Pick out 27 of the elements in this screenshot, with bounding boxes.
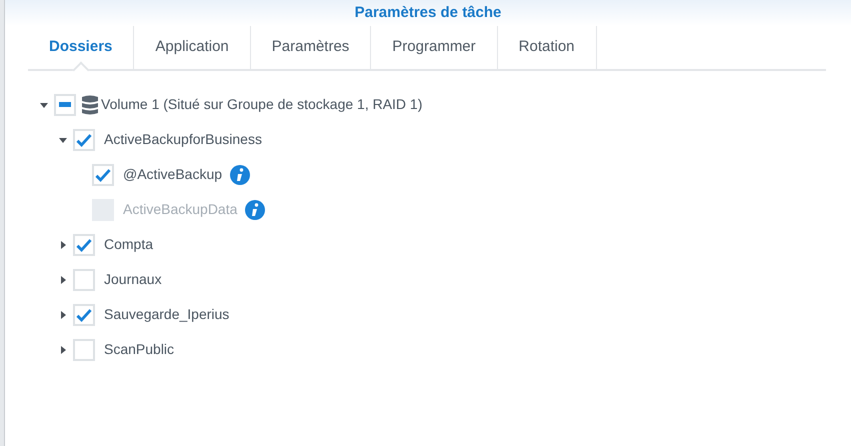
- folder-label: Compta: [104, 235, 154, 254]
- expand-arrow-icon[interactable]: [58, 274, 68, 284]
- expand-arrow-icon[interactable]: [58, 240, 68, 250]
- window-title: Paramètres de tâche: [354, 2, 502, 23]
- checkbox[interactable]: [73, 234, 95, 256]
- database-icon: [81, 94, 99, 114]
- tab[interactable]: Dossiers: [28, 26, 134, 69]
- checkbox[interactable]: [73, 128, 95, 150]
- tab[interactable]: Programmer: [371, 26, 498, 69]
- folder-label: ActiveBackupforBusiness: [104, 130, 262, 149]
- checkbox[interactable]: [54, 94, 76, 116]
- tab[interactable]: Application: [134, 26, 251, 69]
- expand-arrow-icon[interactable]: [58, 344, 68, 354]
- checkbox[interactable]: [73, 268, 95, 290]
- checkbox[interactable]: [73, 304, 95, 326]
- checkbox[interactable]: [92, 164, 114, 186]
- info-icon[interactable]: [230, 164, 250, 184]
- expand-arrow-icon[interactable]: [58, 310, 68, 320]
- folder-label: Sauvegarde_Iperius: [104, 305, 230, 324]
- checkbox[interactable]: [73, 338, 95, 360]
- tab[interactable]: Rotation: [498, 26, 597, 69]
- folder-label: Journaux: [104, 270, 162, 289]
- folder-label: @ActiveBackup: [123, 165, 222, 184]
- folder-label: ScanPublic: [104, 340, 174, 359]
- folder-label: Volume 1 (Situé sur Groupe de stockage 1, RAID 1): [101, 95, 422, 114]
- tab[interactable]: Paramètres: [250, 26, 372, 69]
- folder-label: ActiveBackupData: [123, 200, 238, 219]
